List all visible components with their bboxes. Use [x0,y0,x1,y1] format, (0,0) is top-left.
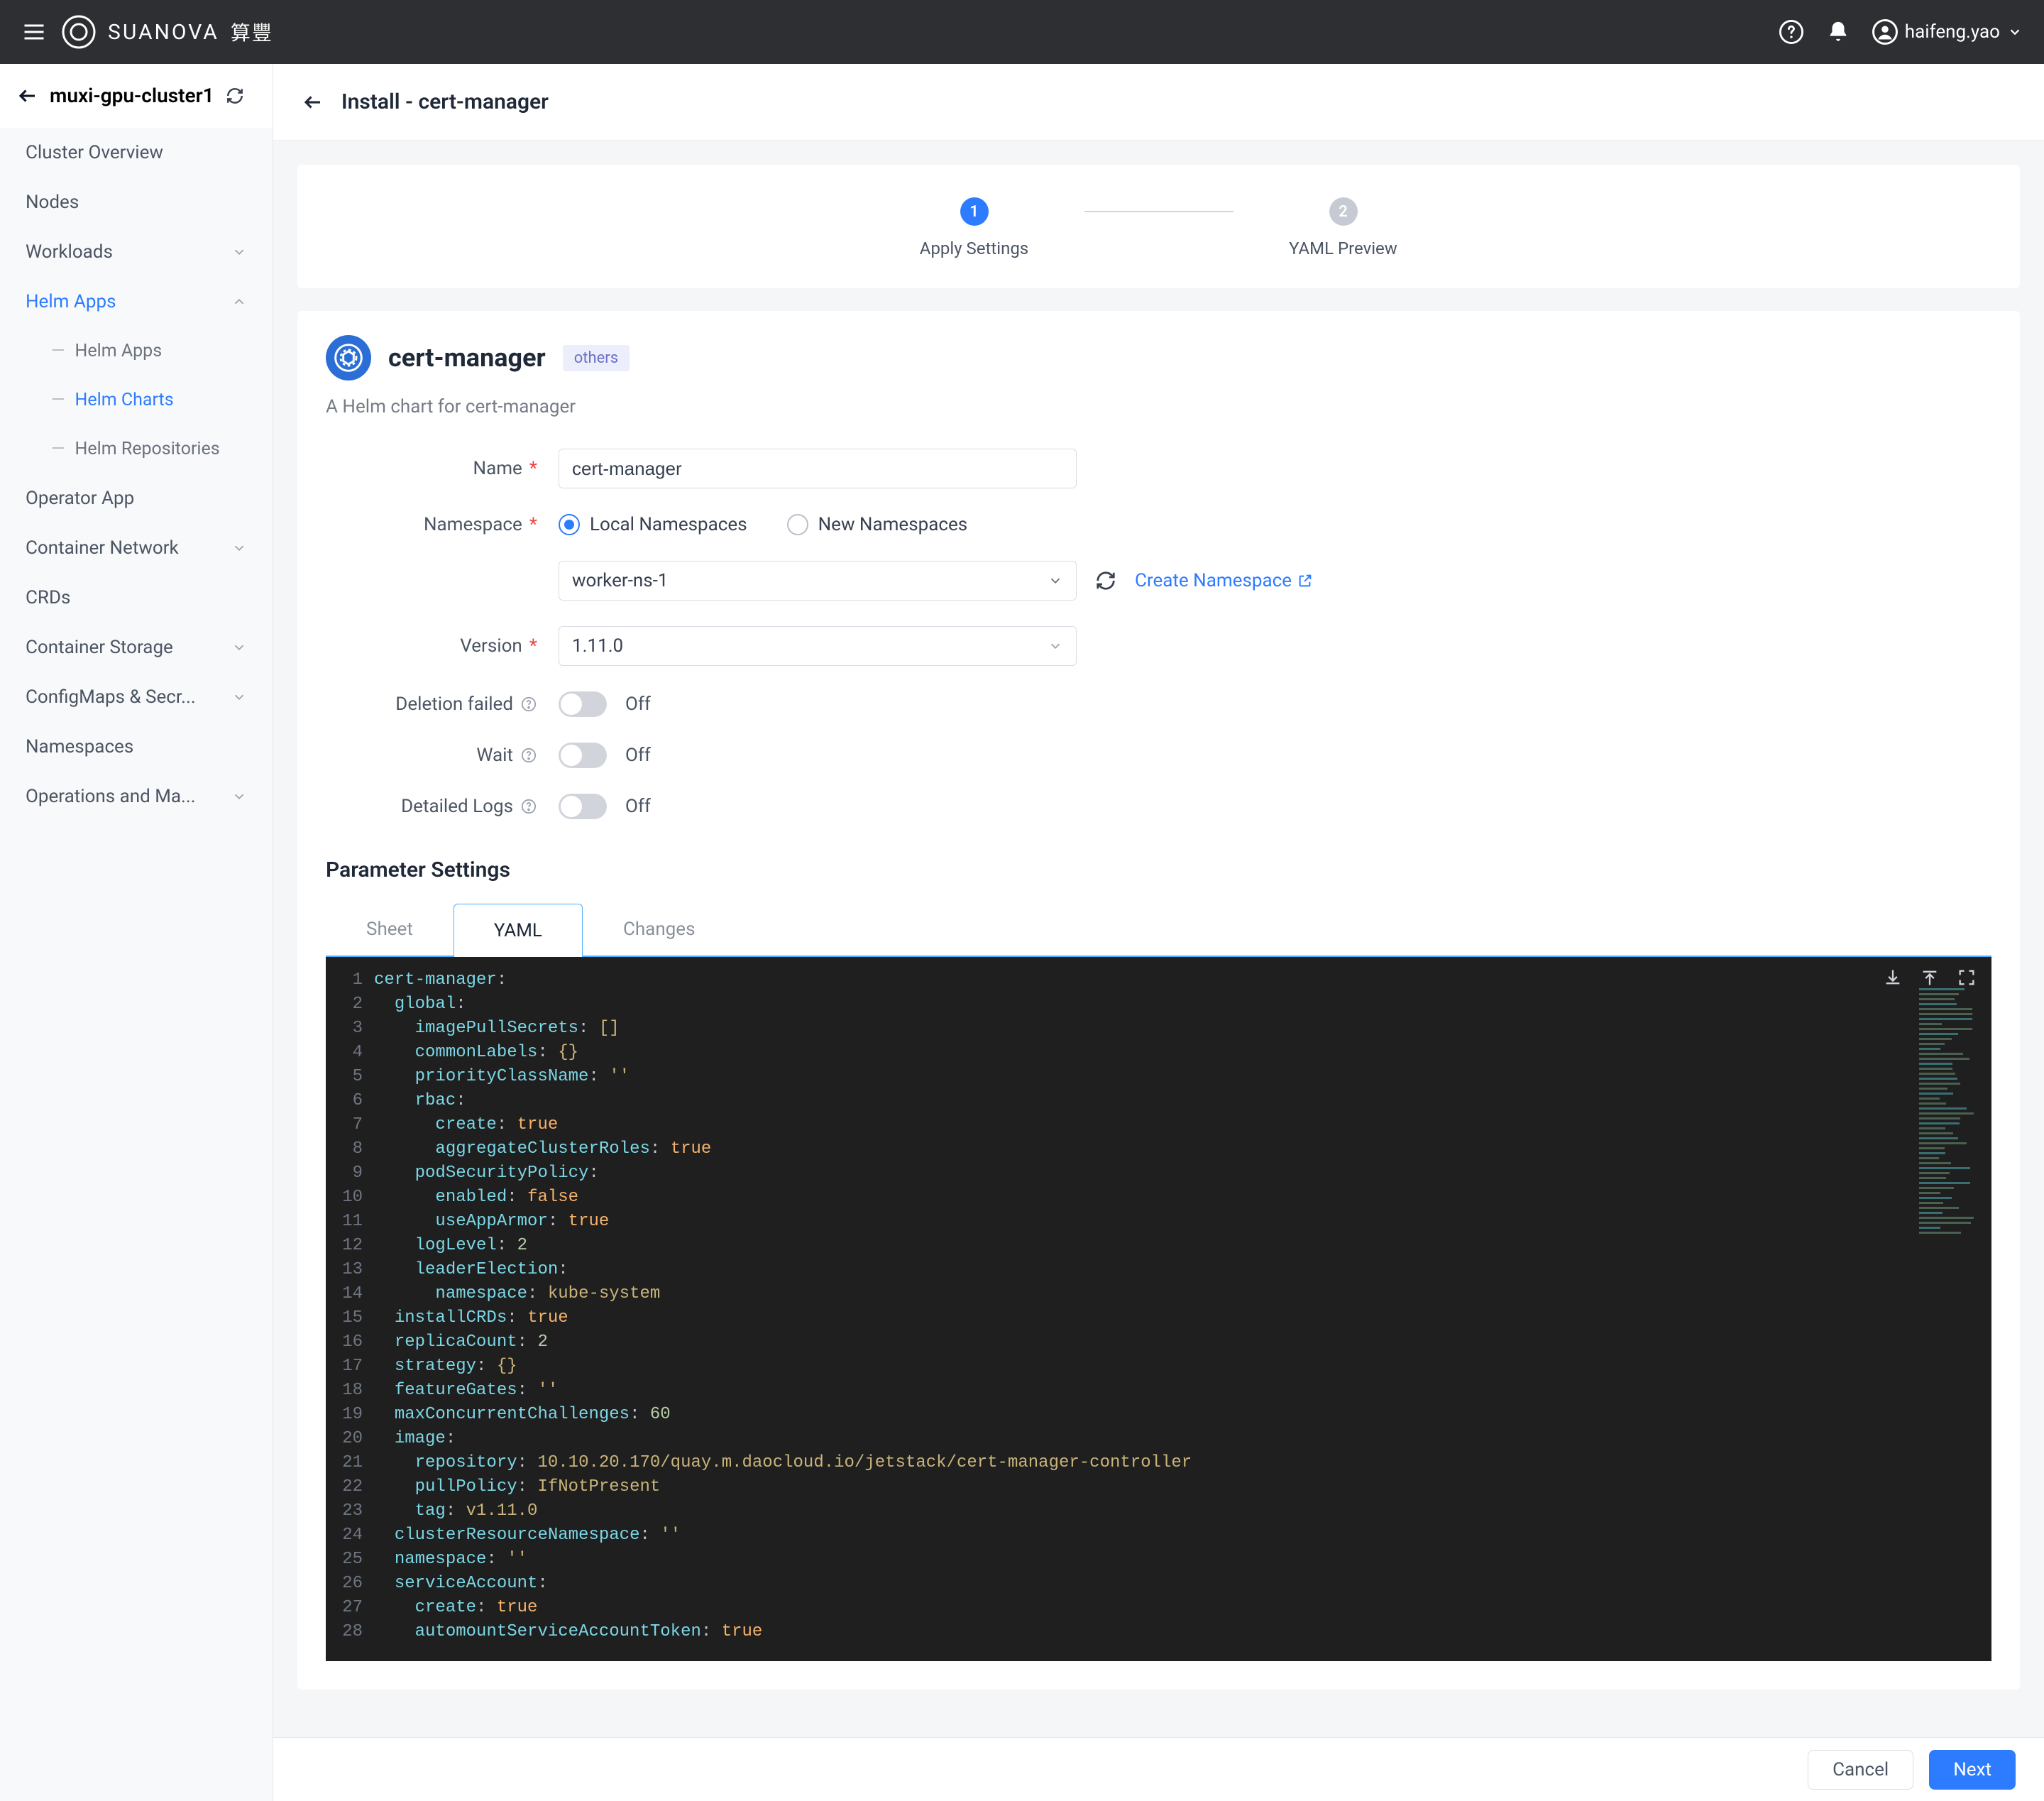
help-tooltip-icon[interactable] [520,696,537,713]
radio-new-namespaces[interactable]: New Namespaces [787,514,968,535]
sidebar-item[interactable]: ConfigMaps & Secr... [0,672,273,722]
chevron-down-icon [231,689,247,705]
deletion-label: Deletion failed [395,694,513,715]
deletion-toggle[interactable] [559,691,607,717]
params-title: Parameter Settings [326,858,1991,882]
brand-sub: 算豐 [231,18,273,46]
wait-toggle[interactable] [559,743,607,768]
step[interactable]: 2YAML Preview [1233,197,1454,258]
sidebar-item[interactable]: Operations and Ma... [0,772,273,821]
refresh-namespaces-icon[interactable] [1095,570,1116,591]
help-tooltip-icon[interactable] [520,798,537,815]
sidebar-subitem[interactable]: —Helm Charts [0,376,273,425]
sidebar-item[interactable]: Cluster Overview [0,128,273,177]
download-icon[interactable] [1881,965,1905,990]
chevron-down-icon [1048,638,1063,654]
app-desc: A Helm chart for cert-manager [326,396,1991,417]
sidebar-item[interactable]: Nodes [0,177,273,227]
yaml-editor[interactable]: 1234567891011121314151617181920212223242… [326,957,1991,1661]
logs-state: Off [625,796,651,817]
chevron-down-icon [231,540,247,556]
help-icon[interactable] [1779,19,1804,45]
cluster-name: muxi-gpu-cluster1 [50,84,214,107]
avatar-icon [1872,19,1898,45]
chevron-down-icon [231,244,247,260]
stepper: 1Apply Settings 2YAML Preview [297,165,2020,288]
sidebar-item[interactable]: Container Network [0,523,273,573]
sidebar: muxi-gpu-cluster1 Cluster OverviewNodesW… [0,64,273,1801]
refresh-icon[interactable] [226,87,244,105]
sidebar-subitem[interactable]: —Helm Apps [0,327,273,376]
chevron-down-icon [231,640,247,655]
app-tag: others [563,345,630,371]
upload-icon[interactable] [1918,965,1942,990]
wait-state: Off [625,745,651,766]
footer: Cancel Next [273,1737,2044,1801]
editor-content[interactable]: cert-manager: global: imagePullSecrets: … [374,968,1991,1644]
brand: SUANOVA 算豐 [61,14,273,50]
user-menu[interactable]: haifeng.yao [1872,19,2023,45]
tab-yaml[interactable]: YAML [454,904,583,957]
app-title: cert-manager [388,343,546,373]
sidebar-item[interactable]: Container Storage [0,623,273,672]
notifications-icon[interactable] [1825,19,1851,45]
back-arrow-icon [17,85,38,106]
name-label: Name [473,458,522,479]
help-tooltip-icon[interactable] [520,747,537,764]
user-name: haifeng.yao [1905,21,2000,43]
tab-sheet[interactable]: Sheet [326,902,454,956]
brand-name: SUANOVA [108,20,219,45]
fullscreen-icon[interactable] [1955,965,1979,990]
next-button[interactable]: Next [1929,1750,2016,1790]
sidebar-item[interactable]: Helm Apps [0,277,273,327]
back-button[interactable] [302,91,324,114]
version-label: Version [460,635,522,657]
version-select[interactable]: 1.11.0 [559,626,1077,666]
deletion-state: Off [625,694,651,715]
radio-local-namespaces[interactable]: Local Namespaces [559,514,747,535]
topbar: SUANOVA 算豐 haifeng.yao [0,0,2044,64]
params-tabs: SheetYAMLChanges [326,902,1991,957]
namespace-label: Namespace [424,514,522,535]
app-icon [326,335,371,381]
chevron-down-icon [231,789,247,804]
editor-gutter: 1234567891011121314151617181920212223242… [326,968,374,1644]
wait-label: Wait [476,745,513,766]
step-line [1084,211,1233,212]
sidebar-item[interactable]: Namespaces [0,722,273,772]
menu-icon[interactable] [21,19,47,45]
page-title: Install - cert-manager [341,89,549,114]
cluster-header[interactable]: muxi-gpu-cluster1 [0,64,273,128]
create-namespace-link[interactable]: Create Namespace [1135,570,1313,591]
page-title-bar: Install - cert-manager [273,64,2044,141]
logs-label: Detailed Logs [401,796,513,817]
step[interactable]: 1Apply Settings [864,197,1084,258]
name-input[interactable] [559,449,1077,488]
tab-changes[interactable]: Changes [583,902,736,956]
chevron-down-icon [2007,24,2023,40]
cancel-button[interactable]: Cancel [1808,1750,1913,1790]
sidebar-item[interactable]: CRDs [0,573,273,623]
version-selected: 1.11.0 [572,635,623,657]
chevron-down-icon [1048,573,1063,589]
namespace-select[interactable]: worker-ns-1 [559,561,1077,601]
sidebar-item[interactable]: Operator App [0,473,273,523]
sidebar-item[interactable]: Workloads [0,227,273,277]
namespace-selected: worker-ns-1 [572,570,668,591]
sidebar-subitem[interactable]: —Helm Repositories [0,425,273,473]
logs-toggle[interactable] [559,794,607,819]
chevron-up-icon [231,294,247,310]
logo-icon [61,14,97,50]
